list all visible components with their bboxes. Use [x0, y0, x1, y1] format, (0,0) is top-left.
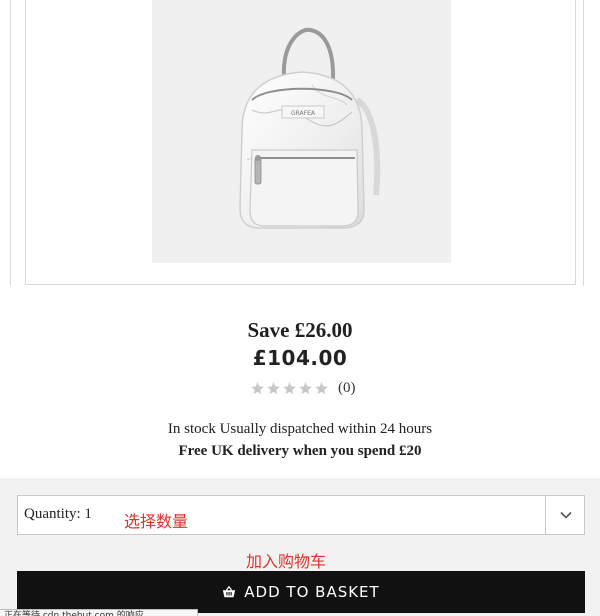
quantity-select-divider [545, 496, 546, 534]
product-image-card[interactable]: GRAFEA [25, 0, 576, 285]
star-icon [251, 381, 264, 394]
star-icon [299, 381, 312, 394]
review-count-link[interactable]: (0) [338, 380, 356, 397]
save-amount: Save £26.00 [247, 318, 353, 342]
annotation-add-to-cart: 加入购物车 [246, 552, 327, 571]
quantity-selected-value: Quantity: 1 [24, 506, 92, 522]
add-to-basket-label: ADD TO BASKET [244, 583, 380, 601]
backpack-illustration: GRAFEA [239, 27, 381, 229]
product-image-carousel: GRAFEA [0, 0, 600, 300]
product-rating[interactable]: (0) [250, 378, 356, 398]
quantity-select[interactable]: Quantity: 1 [17, 495, 585, 535]
product-image[interactable]: GRAFEA [152, 0, 451, 263]
next-slide-edge[interactable] [583, 0, 600, 286]
add-to-basket-button[interactable]: ADD TO BASKET [17, 571, 585, 613]
product-page: GRAFEA Save £26.00 £104.00 (0) In stock … [0, 0, 600, 616]
bag-brand-text: GRAFEA [291, 110, 316, 117]
rating-stars [250, 381, 329, 396]
browser-status-bar: 正在等待 cdn.thehut.com 的响应... [0, 609, 198, 616]
delivery-info: Free UK delivery when you spend £20 [178, 443, 422, 459]
product-price: £104.00 [252, 346, 348, 370]
previous-slide-edge[interactable] [0, 0, 11, 286]
star-icon [283, 381, 296, 394]
basket-icon [223, 585, 236, 598]
purchase-panel: Quantity: 1 选择数量 加入购物车 ADD TO BASKET [0, 478, 600, 616]
star-icon [267, 381, 280, 394]
product-info: Save £26.00 £104.00 (0) In stock Usually… [0, 300, 600, 478]
star-icon [315, 381, 328, 394]
stock-status: In stock Usually dispatched within 24 ho… [167, 421, 433, 437]
annotation-select-quantity: 选择数量 [124, 512, 189, 531]
chevron-down-icon[interactable] [559, 508, 573, 522]
